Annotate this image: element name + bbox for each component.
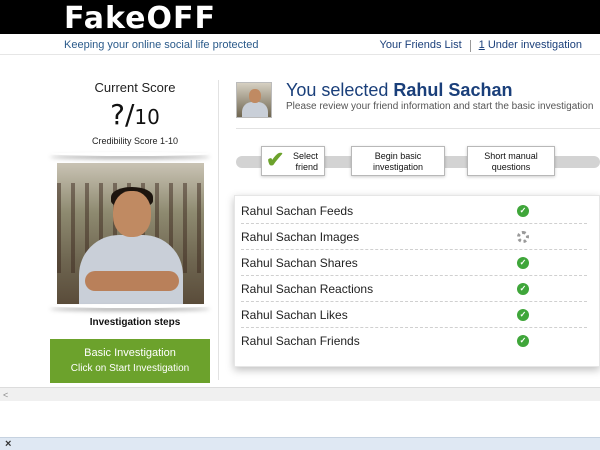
- app-logo[interactable]: FakeOFF: [64, 4, 216, 34]
- close-icon[interactable]: ×: [5, 438, 11, 450]
- basic-investigation-title: Basic Investigation: [84, 347, 176, 359]
- selected-friend-subtitle: Please review your friend information an…: [286, 101, 594, 112]
- selected-friend-title: You selected Rahul Sachan: [286, 80, 512, 101]
- check-icon: ✓: [517, 335, 529, 347]
- step-label-line1: Begin basic: [374, 151, 422, 161]
- top-nav: Your Friends List 1 Under investigation: [372, 39, 591, 52]
- check-icon: ✔: [266, 147, 285, 172]
- status-bar: ×: [0, 437, 600, 450]
- basic-investigation-button[interactable]: Basic Investigation Click on Start Inves…: [50, 339, 210, 383]
- step-label-line2: friend: [295, 162, 318, 172]
- header-divider: [0, 54, 600, 55]
- list-item: Rahul Sachan Reactions ✓: [241, 276, 587, 302]
- shadow-divider: [50, 152, 210, 156]
- under-investigation-label: Under investigation: [484, 39, 582, 51]
- investigation-steps-title: Investigation steps: [89, 317, 181, 328]
- list-item: Rahul Sachan Likes ✓: [241, 302, 587, 328]
- basic-investigation-subtitle: Click on Start Investigation: [70, 363, 190, 374]
- score-max: 10: [134, 105, 160, 129]
- top-bar: FakeOFF: [0, 0, 600, 34]
- score-panel: Current Score ?/10 Credibility Score 1-1…: [50, 80, 220, 385]
- title-divider: [236, 128, 600, 129]
- check-icon: ✓: [517, 283, 529, 295]
- list-item: Rahul Sachan Images: [241, 224, 587, 250]
- check-label: Rahul Sachan Likes: [241, 308, 348, 322]
- loading-spinner-icon: [517, 231, 529, 243]
- score-subtitle: Credibility Score 1-10: [91, 136, 179, 146]
- step-label-line1: Short manual: [484, 151, 538, 161]
- selected-prefix: You selected: [286, 80, 394, 100]
- step-label-line1: Select: [292, 151, 318, 161]
- list-item: Rahul Sachan Shares ✓: [241, 250, 587, 276]
- score-slash: /: [124, 98, 135, 131]
- tagline: Keeping your online social life protecte…: [64, 39, 259, 51]
- score-current: ?: [110, 98, 125, 131]
- check-label: Rahul Sachan Feeds: [241, 204, 354, 218]
- avatar: [236, 82, 272, 118]
- step-begin-basic-investigation[interactable]: Begin basic investigation: [351, 146, 445, 176]
- step-select-friend[interactable]: ✔ Select friend: [261, 146, 325, 176]
- check-label: Rahul Sachan Reactions: [241, 282, 374, 296]
- list-item: Rahul Sachan Feeds ✓: [241, 198, 587, 224]
- check-label: Rahul Sachan Shares: [241, 256, 358, 270]
- friends-list-link[interactable]: Your Friends List: [372, 39, 470, 52]
- check-icon: ✓: [517, 257, 529, 269]
- shadow-divider: [50, 304, 210, 308]
- step-label-line2: questions: [491, 162, 531, 172]
- investigation-checklist: Rahul Sachan Feeds ✓ Rahul Sachan Images…: [234, 195, 600, 367]
- list-item: Rahul Sachan Friends ✓: [241, 328, 587, 354]
- step-short-manual-questions[interactable]: Short manual questions: [467, 146, 555, 176]
- scroll-left-arrow-icon[interactable]: <: [3, 388, 8, 402]
- step-label-line2: investigation: [372, 162, 424, 172]
- check-label: Rahul Sachan Friends: [241, 334, 360, 348]
- check-label: Rahul Sachan Images: [241, 230, 360, 244]
- horizontal-scrollbar[interactable]: <: [0, 387, 600, 401]
- friend-photo: [57, 163, 204, 304]
- check-icon: ✓: [517, 205, 529, 217]
- selected-friend-name: Rahul Sachan: [393, 80, 513, 100]
- score-title: Current Score: [94, 80, 176, 95]
- score-value: ?/10: [50, 98, 220, 131]
- check-icon: ✓: [517, 309, 529, 321]
- under-investigation-link[interactable]: 1 Under investigation: [471, 39, 590, 52]
